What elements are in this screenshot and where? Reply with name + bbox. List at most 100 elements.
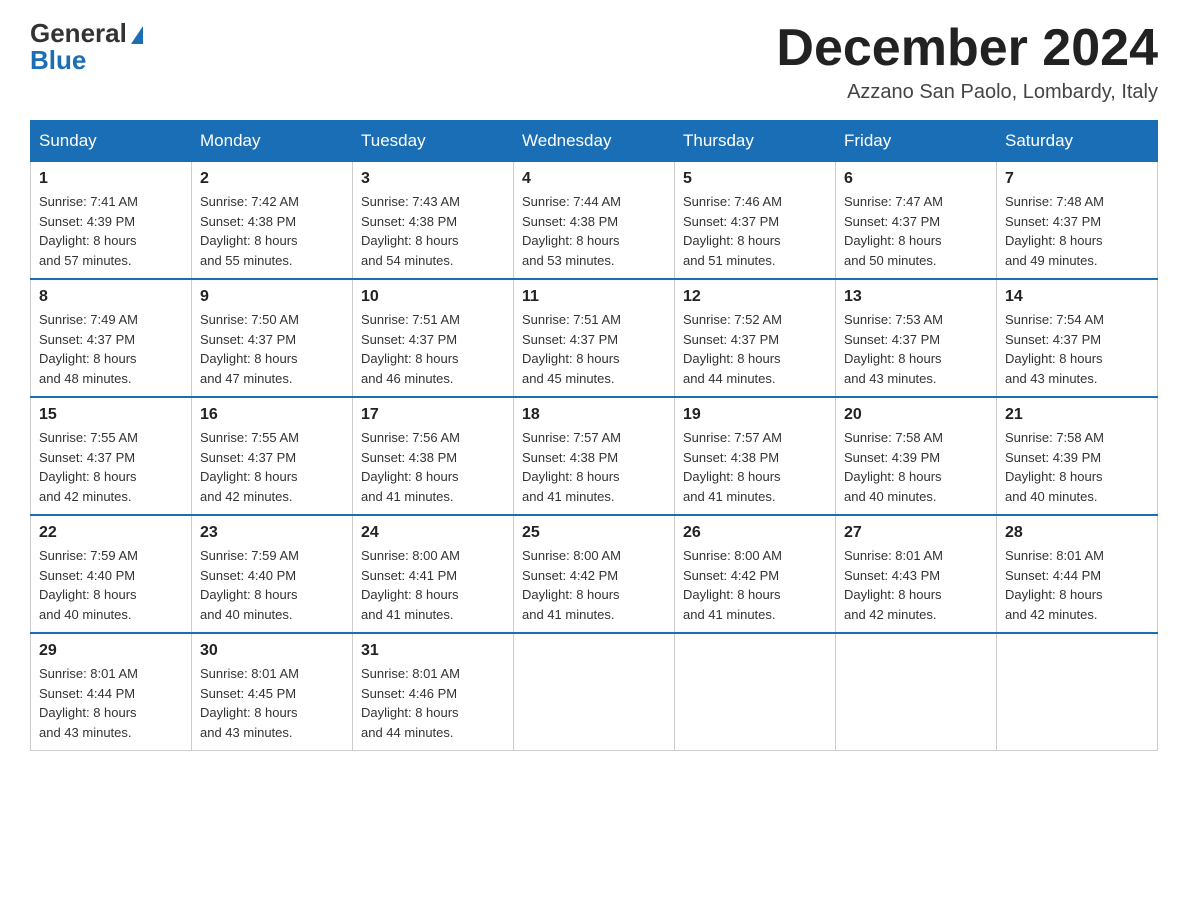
table-row: 30 Sunrise: 8:01 AMSunset: 4:45 PMDaylig… (192, 633, 353, 751)
day-number: 3 (361, 170, 505, 188)
table-row: 3 Sunrise: 7:43 AMSunset: 4:38 PMDayligh… (353, 162, 514, 280)
logo-general: General (30, 18, 127, 48)
table-row: 25 Sunrise: 8:00 AMSunset: 4:42 PMDaylig… (514, 515, 675, 633)
table-row: 26 Sunrise: 8:00 AMSunset: 4:42 PMDaylig… (675, 515, 836, 633)
col-header-monday: Monday (192, 121, 353, 162)
day-number: 24 (361, 524, 505, 542)
table-row: 1 Sunrise: 7:41 AMSunset: 4:39 PMDayligh… (31, 162, 192, 280)
table-row: 16 Sunrise: 7:55 AMSunset: 4:37 PMDaylig… (192, 397, 353, 515)
day-number: 15 (39, 406, 183, 424)
day-number: 30 (200, 642, 344, 660)
day-number: 8 (39, 288, 183, 306)
day-info: Sunrise: 7:55 AMSunset: 4:37 PMDaylight:… (200, 428, 344, 506)
day-info: Sunrise: 8:00 AMSunset: 4:41 PMDaylight:… (361, 546, 505, 624)
day-number: 20 (844, 406, 988, 424)
table-row: 4 Sunrise: 7:44 AMSunset: 4:38 PMDayligh… (514, 162, 675, 280)
day-info: Sunrise: 7:55 AMSunset: 4:37 PMDaylight:… (39, 428, 183, 506)
day-info: Sunrise: 7:51 AMSunset: 4:37 PMDaylight:… (522, 310, 666, 388)
col-header-thursday: Thursday (675, 121, 836, 162)
day-info: Sunrise: 8:01 AMSunset: 4:43 PMDaylight:… (844, 546, 988, 624)
calendar-week-row: 8 Sunrise: 7:49 AMSunset: 4:37 PMDayligh… (31, 279, 1158, 397)
logo: General Blue (30, 20, 143, 73)
day-info: Sunrise: 8:01 AMSunset: 4:44 PMDaylight:… (39, 664, 183, 742)
logo-triangle-icon (131, 26, 143, 44)
day-info: Sunrise: 8:01 AMSunset: 4:45 PMDaylight:… (200, 664, 344, 742)
day-number: 31 (361, 642, 505, 660)
col-header-wednesday: Wednesday (514, 121, 675, 162)
page-header: General Blue December 2024 Azzano San Pa… (30, 20, 1158, 104)
table-row: 29 Sunrise: 8:01 AMSunset: 4:44 PMDaylig… (31, 633, 192, 751)
day-info: Sunrise: 7:54 AMSunset: 4:37 PMDaylight:… (1005, 310, 1149, 388)
table-row: 9 Sunrise: 7:50 AMSunset: 4:37 PMDayligh… (192, 279, 353, 397)
month-title: December 2024 (776, 20, 1158, 77)
day-number: 4 (522, 170, 666, 188)
day-info: Sunrise: 7:44 AMSunset: 4:38 PMDaylight:… (522, 192, 666, 270)
day-info: Sunrise: 7:56 AMSunset: 4:38 PMDaylight:… (361, 428, 505, 506)
day-number: 9 (200, 288, 344, 306)
day-info: Sunrise: 7:42 AMSunset: 4:38 PMDaylight:… (200, 192, 344, 270)
table-row: 11 Sunrise: 7:51 AMSunset: 4:37 PMDaylig… (514, 279, 675, 397)
table-row: 19 Sunrise: 7:57 AMSunset: 4:38 PMDaylig… (675, 397, 836, 515)
day-number: 25 (522, 524, 666, 542)
table-row (514, 633, 675, 751)
day-info: Sunrise: 7:59 AMSunset: 4:40 PMDaylight:… (39, 546, 183, 624)
day-number: 5 (683, 170, 827, 188)
day-info: Sunrise: 8:00 AMSunset: 4:42 PMDaylight:… (683, 546, 827, 624)
day-number: 14 (1005, 288, 1149, 306)
day-number: 28 (1005, 524, 1149, 542)
day-number: 6 (844, 170, 988, 188)
table-row: 5 Sunrise: 7:46 AMSunset: 4:37 PMDayligh… (675, 162, 836, 280)
calendar-week-row: 1 Sunrise: 7:41 AMSunset: 4:39 PMDayligh… (31, 162, 1158, 280)
day-info: Sunrise: 7:46 AMSunset: 4:37 PMDaylight:… (683, 192, 827, 270)
table-row: 23 Sunrise: 7:59 AMSunset: 4:40 PMDaylig… (192, 515, 353, 633)
col-header-tuesday: Tuesday (353, 121, 514, 162)
day-info: Sunrise: 7:47 AMSunset: 4:37 PMDaylight:… (844, 192, 988, 270)
calendar-week-row: 15 Sunrise: 7:55 AMSunset: 4:37 PMDaylig… (31, 397, 1158, 515)
table-row: 10 Sunrise: 7:51 AMSunset: 4:37 PMDaylig… (353, 279, 514, 397)
table-row (675, 633, 836, 751)
day-number: 23 (200, 524, 344, 542)
day-info: Sunrise: 7:48 AMSunset: 4:37 PMDaylight:… (1005, 192, 1149, 270)
table-row: 14 Sunrise: 7:54 AMSunset: 4:37 PMDaylig… (997, 279, 1158, 397)
day-info: Sunrise: 7:41 AMSunset: 4:39 PMDaylight:… (39, 192, 183, 270)
calendar-week-row: 22 Sunrise: 7:59 AMSunset: 4:40 PMDaylig… (31, 515, 1158, 633)
table-row: 12 Sunrise: 7:52 AMSunset: 4:37 PMDaylig… (675, 279, 836, 397)
day-number: 16 (200, 406, 344, 424)
calendar-week-row: 29 Sunrise: 8:01 AMSunset: 4:44 PMDaylig… (31, 633, 1158, 751)
table-row: 18 Sunrise: 7:57 AMSunset: 4:38 PMDaylig… (514, 397, 675, 515)
table-row: 31 Sunrise: 8:01 AMSunset: 4:46 PMDaylig… (353, 633, 514, 751)
day-info: Sunrise: 7:58 AMSunset: 4:39 PMDaylight:… (1005, 428, 1149, 506)
day-info: Sunrise: 7:59 AMSunset: 4:40 PMDaylight:… (200, 546, 344, 624)
day-number: 22 (39, 524, 183, 542)
location: Azzano San Paolo, Lombardy, Italy (776, 81, 1158, 104)
day-info: Sunrise: 7:43 AMSunset: 4:38 PMDaylight:… (361, 192, 505, 270)
day-info: Sunrise: 8:01 AMSunset: 4:44 PMDaylight:… (1005, 546, 1149, 624)
day-number: 10 (361, 288, 505, 306)
day-number: 26 (683, 524, 827, 542)
day-info: Sunrise: 8:01 AMSunset: 4:46 PMDaylight:… (361, 664, 505, 742)
day-info: Sunrise: 7:57 AMSunset: 4:38 PMDaylight:… (522, 428, 666, 506)
day-info: Sunrise: 7:53 AMSunset: 4:37 PMDaylight:… (844, 310, 988, 388)
table-row: 22 Sunrise: 7:59 AMSunset: 4:40 PMDaylig… (31, 515, 192, 633)
calendar-header-row: Sunday Monday Tuesday Wednesday Thursday… (31, 121, 1158, 162)
day-info: Sunrise: 7:57 AMSunset: 4:38 PMDaylight:… (683, 428, 827, 506)
day-info: Sunrise: 7:58 AMSunset: 4:39 PMDaylight:… (844, 428, 988, 506)
day-info: Sunrise: 7:50 AMSunset: 4:37 PMDaylight:… (200, 310, 344, 388)
day-number: 7 (1005, 170, 1149, 188)
day-number: 21 (1005, 406, 1149, 424)
logo-blue: Blue (30, 47, 86, 73)
day-number: 13 (844, 288, 988, 306)
day-info: Sunrise: 7:52 AMSunset: 4:37 PMDaylight:… (683, 310, 827, 388)
day-number: 27 (844, 524, 988, 542)
table-row: 17 Sunrise: 7:56 AMSunset: 4:38 PMDaylig… (353, 397, 514, 515)
title-block: December 2024 Azzano San Paolo, Lombardy… (776, 20, 1158, 104)
day-info: Sunrise: 8:00 AMSunset: 4:42 PMDaylight:… (522, 546, 666, 624)
calendar-table: Sunday Monday Tuesday Wednesday Thursday… (30, 120, 1158, 751)
day-number: 18 (522, 406, 666, 424)
col-header-friday: Friday (836, 121, 997, 162)
day-number: 17 (361, 406, 505, 424)
col-header-sunday: Sunday (31, 121, 192, 162)
day-number: 12 (683, 288, 827, 306)
table-row (997, 633, 1158, 751)
table-row: 13 Sunrise: 7:53 AMSunset: 4:37 PMDaylig… (836, 279, 997, 397)
